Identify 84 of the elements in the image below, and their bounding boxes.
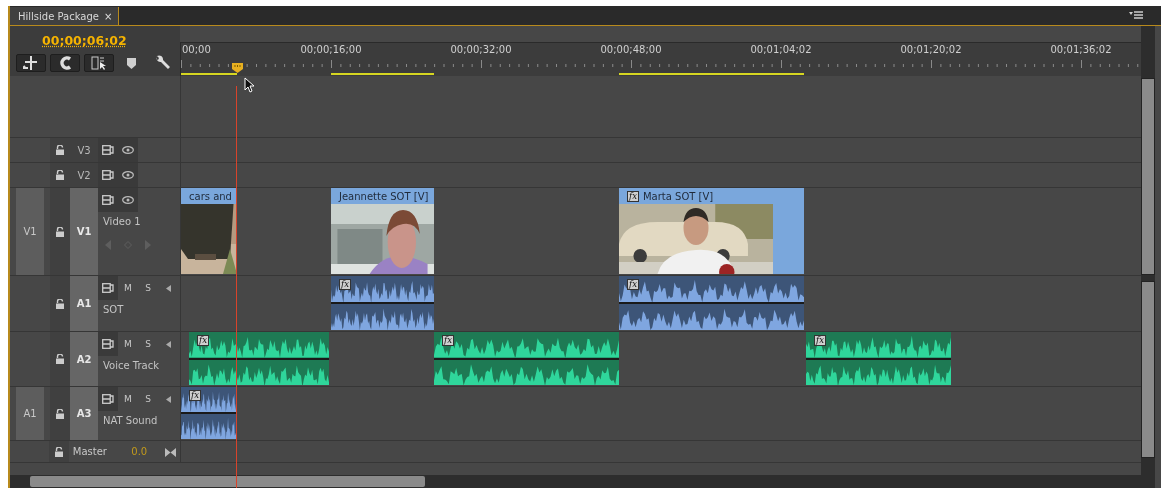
track-target[interactable]: V3 [70, 138, 98, 162]
ruler-label: 00;00;16;00 [300, 44, 362, 55]
lock-icon[interactable] [56, 145, 64, 155]
insert-icon [23, 56, 39, 70]
time-ruler[interactable]: 00;00 00;00;16;00 00;00;32;00 00;00;48;00 00;01;04;02 00;01;20;02 00;01;36;02 [180, 42, 1141, 76]
linked-selection-icon [91, 56, 107, 70]
mute-button[interactable]: M [118, 387, 138, 411]
mute-button[interactable]: M [118, 332, 138, 356]
lock-icon[interactable] [56, 298, 64, 309]
video-clip[interactable]: fx Marta SOT [V] [619, 188, 804, 274]
audio-clip[interactable]: fx [619, 276, 804, 330]
track-name: NAT Sound [102, 414, 159, 426]
close-icon[interactable]: × [104, 10, 113, 22]
speaker-icon[interactable] [165, 284, 171, 292]
clip-title: Jeannette SOT [V] [339, 190, 429, 202]
track-output-icon[interactable] [102, 145, 114, 155]
track-target[interactable]: V2 [70, 163, 98, 187]
menu-icon[interactable] [1129, 11, 1143, 20]
track-output-icon[interactable] [102, 170, 114, 180]
fx-badge[interactable]: fx [814, 335, 826, 346]
eye-icon[interactable] [122, 171, 134, 179]
lock-icon[interactable] [56, 408, 64, 419]
mute-button[interactable]: M [118, 276, 138, 300]
fx-badge[interactable]: fx [627, 279, 639, 290]
track-output-icon[interactable] [102, 283, 114, 293]
timecode[interactable]: 00;00;06;02 [42, 33, 127, 48]
track-name: SOT [102, 303, 125, 315]
scroll-thumb[interactable] [30, 476, 425, 487]
lock-icon[interactable] [56, 226, 64, 237]
linked-selection-button[interactable] [84, 54, 114, 72]
audio-clip[interactable]: fx [189, 332, 329, 385]
marker-icon[interactable] [127, 57, 136, 69]
bowtie-icon[interactable] [164, 447, 176, 457]
lock-icon[interactable] [56, 170, 64, 180]
audio-clip[interactable]: fx [806, 332, 951, 385]
track-name: Master [71, 445, 108, 459]
tab-title: Hillside Package [18, 10, 99, 22]
audio-clip[interactable]: fx [331, 276, 434, 330]
speaker-icon[interactable] [165, 340, 171, 348]
fx-badge[interactable]: fx [627, 190, 639, 202]
wrench-icon[interactable] [154, 55, 170, 71]
horizontal-scrollbar[interactable] [10, 475, 1141, 488]
lock-icon[interactable] [55, 446, 64, 457]
fx-badge[interactable]: fx [442, 335, 454, 346]
ruler-label: 00;01;20;02 [900, 44, 962, 55]
solo-button[interactable]: S [138, 332, 158, 356]
track-name: Voice Track [102, 359, 160, 371]
insert-tool-button[interactable] [16, 54, 46, 72]
track-output-icon[interactable] [102, 394, 114, 404]
track-target[interactable]: A3 [70, 387, 98, 440]
snap-button[interactable] [50, 54, 80, 72]
eye-icon[interactable] [122, 146, 134, 154]
audio-clip[interactable]: fx [434, 332, 619, 385]
track-target[interactable]: A2 [70, 332, 98, 386]
clip-title: Marta SOT [V] [642, 190, 714, 202]
panel-tab[interactable]: Hillside Package × [10, 7, 120, 25]
ruler-label: 00;01;04;02 [750, 44, 812, 55]
vertical-scrollbar[interactable] [1141, 78, 1155, 275]
solo-button[interactable]: S [138, 387, 158, 411]
clip-title: cars and [189, 190, 232, 202]
track-name: Video 1 [102, 215, 142, 227]
playhead-handle[interactable] [232, 62, 243, 73]
track-target[interactable]: V1 [70, 188, 98, 275]
fx-badge[interactable]: fx [197, 335, 209, 346]
eye-icon[interactable] [122, 196, 134, 204]
magnet-icon [58, 56, 72, 70]
source-patch[interactable]: V1 [16, 188, 44, 275]
source-patch[interactable]: A1 [16, 387, 44, 440]
pointer-icon [244, 77, 255, 93]
fx-badge[interactable]: fx [189, 390, 201, 401]
fx-badge[interactable]: fx [339, 279, 351, 290]
track-target[interactable]: A1 [70, 276, 98, 331]
track-output-icon[interactable] [102, 195, 114, 205]
audio-clip[interactable]: fx [181, 387, 237, 439]
ruler-label: 00;01;36;02 [1050, 44, 1112, 55]
speaker-icon[interactable] [165, 395, 171, 403]
lock-icon[interactable] [56, 354, 64, 364]
track-output-icon[interactable] [102, 339, 114, 349]
ruler-label: 00;00;48;00 [600, 44, 662, 55]
volume-value[interactable]: 0.0 [131, 441, 161, 462]
ruler-label: 00;00;32;00 [450, 44, 512, 55]
ruler-label: 00;00 [182, 44, 211, 55]
solo-button[interactable]: S [138, 276, 158, 300]
vertical-scrollbar[interactable] [1141, 281, 1155, 458]
